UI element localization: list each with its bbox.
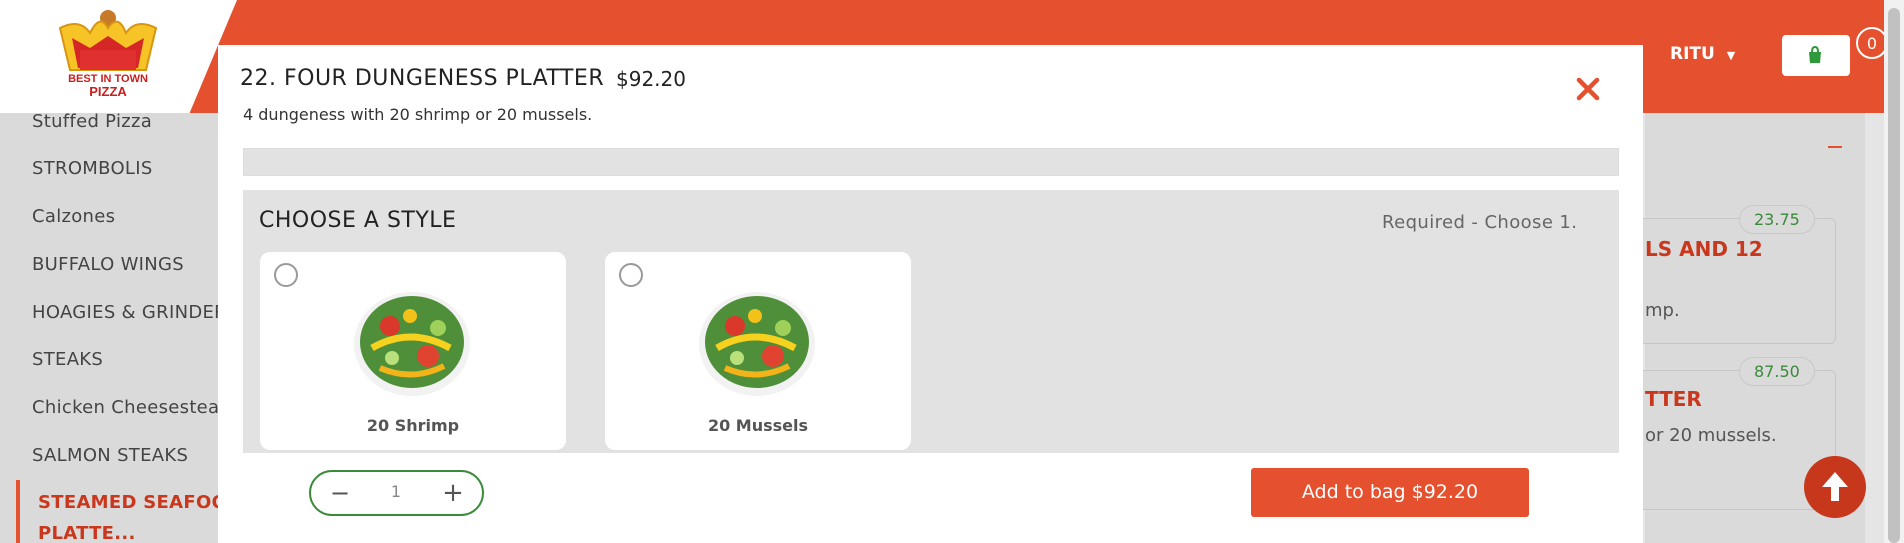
plus-icon[interactable]: + bbox=[438, 478, 468, 508]
salad-image bbox=[699, 292, 815, 396]
user-name: RITU bbox=[1670, 44, 1715, 64]
option-card-20-shrimp[interactable]: 20 Shrimp bbox=[260, 252, 566, 450]
sidebar-item-stuffed-pizza[interactable]: Stuffed Pizza bbox=[32, 111, 152, 132]
collapse-icon[interactable] bbox=[1828, 146, 1842, 148]
menu-card-desc: mp. bbox=[1645, 300, 1680, 321]
brand-logo[interactable]: BEST IN TOWN PIZZA bbox=[50, 8, 160, 106]
section-title: CHOOSE A STYLE bbox=[259, 208, 457, 233]
close-icon[interactable] bbox=[1573, 74, 1603, 104]
radio-button[interactable] bbox=[274, 263, 298, 287]
radio-button[interactable] bbox=[619, 263, 643, 287]
sidebar-item-salmon-steaks[interactable]: SALMON STEAKS bbox=[32, 445, 188, 466]
sidebar-item-hoagies[interactable]: HOAGIES & GRINDERS bbox=[32, 302, 239, 323]
user-menu[interactable]: RITU ▼ bbox=[1670, 44, 1735, 64]
sidebar-item-strombolis[interactable]: STROMBOLIS bbox=[32, 158, 153, 179]
required-note: Required - Choose 1. bbox=[1382, 212, 1578, 233]
logo-line2: PIZZA bbox=[89, 84, 127, 99]
quantity-value[interactable]: 1 bbox=[371, 482, 421, 501]
minus-icon[interactable]: − bbox=[325, 478, 355, 508]
shopping-bag-icon bbox=[1809, 45, 1821, 63]
menu-card-title: LS AND 12 bbox=[1645, 237, 1763, 261]
sidebar-item-chicken-cheesesteak[interactable]: Chicken Cheesesteak bbox=[32, 397, 230, 418]
option-label: 20 Mussels bbox=[707, 416, 809, 435]
active-indicator bbox=[16, 480, 20, 543]
menu-card-title: TTER bbox=[1645, 387, 1702, 411]
scroll-to-top-button[interactable] bbox=[1804, 456, 1866, 518]
arrow-up-icon bbox=[1822, 472, 1848, 501]
quantity-stepper: − 1 + bbox=[309, 470, 484, 516]
modal-divider-strip bbox=[243, 148, 1619, 176]
sidebar-active-line1: STEAMED SEAFOOD bbox=[38, 492, 243, 513]
salad-image bbox=[354, 292, 470, 396]
menu-card-desc: or 20 mussels. bbox=[1645, 425, 1777, 446]
add-to-bag-button[interactable]: Add to bag $92.20 bbox=[1251, 468, 1529, 517]
price-chip: 87.50 bbox=[1739, 357, 1815, 386]
modal-description: 4 dungeness with 20 shrimp or 20 mussels… bbox=[243, 105, 593, 124]
option-label: 20 Shrimp bbox=[366, 416, 460, 435]
modal-price: $92.20 bbox=[616, 67, 686, 91]
sidebar-item-buffalo-wings[interactable]: BUFFALO WINGS bbox=[32, 254, 184, 275]
scrollbar-thumb[interactable] bbox=[1888, 8, 1900, 543]
sidebar-item-steamed-seafood[interactable]: STEAMED SEAFOOD PLATTE... bbox=[38, 487, 242, 543]
chevron-down-icon: ▼ bbox=[1726, 49, 1736, 62]
modal-title: 22. FOUR DUNGENESS PLATTER bbox=[240, 66, 605, 91]
sidebar-item-calzones[interactable]: Calzones bbox=[32, 206, 115, 227]
option-card-20-mussels[interactable]: 20 Mussels bbox=[605, 252, 911, 450]
price-chip: 23.75 bbox=[1739, 205, 1815, 234]
sidebar-item-steaks[interactable]: STEAKS bbox=[32, 349, 103, 370]
sidebar-active-line2: PLATTE... bbox=[38, 523, 136, 543]
